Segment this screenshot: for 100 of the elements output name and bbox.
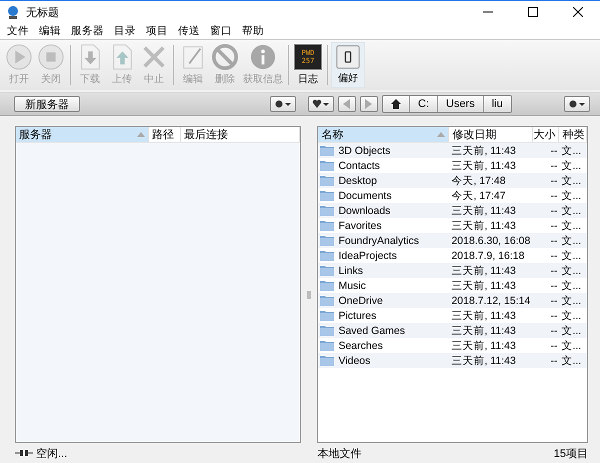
folder-icon [320,340,334,351]
table-cell-text: 文... [560,308,582,323]
table-cell-text: -- [549,338,558,353]
back-button[interactable] [338,96,356,112]
table-cell-text: -- [549,204,558,218]
file-name[interactable]: 3D Objects [318,143,450,158]
file-name[interactable]: Pictures [318,308,450,323]
table-cell-text: 三天前, 11:43 [450,144,517,158]
table-cell-text: 文... [560,158,582,173]
menu-item[interactable]: 目录 [109,24,141,38]
table-cell-text: 今天, 17:48 [450,174,507,188]
folder-icon [320,220,334,231]
table-cell-text: 今天, 17:47 [450,188,507,203]
menu-item[interactable]: 传送 [173,24,205,38]
file-name[interactable]: Saved Games [318,323,450,338]
switch-icon [334,45,362,69]
column-header[interactable]: 路径 [149,127,181,142]
breadcrumb[interactable]: C: [410,96,438,112]
folder-icon [320,355,334,366]
table-cell-text: 2018.7.12, 15:14 [450,294,532,308]
file-name[interactable]: FoundryAnalytics [318,233,450,248]
plug-icon [15,449,33,457]
table-cell-text: 三天前, 11:43 [450,308,517,323]
folder-icon [320,250,334,261]
table-cell-text: -- [549,234,558,248]
breadcrumb[interactable]: Users [438,96,484,112]
table-cell-text: -- [549,264,558,278]
settings-button[interactable] [270,96,296,112]
table-cell-text: 三天前, 11:43 [450,354,517,368]
table-cell-text: 文... [560,264,582,278]
file-name[interactable]: Desktop [318,173,450,188]
menu-item[interactable]: 窗口 [205,24,237,38]
table-cell-text: -- [549,308,558,323]
file-name[interactable]: IdeaProjects [318,248,450,263]
forward-button[interactable] [360,96,378,112]
table-cell-text: 三天前, 11:43 [450,204,517,218]
folder-icon [320,175,334,186]
folder-icon [320,295,334,306]
table-cell-text: 三天前, 11:43 [450,338,517,353]
splitter-handle-icon [306,290,311,298]
sort-icon [437,132,446,137]
left-arrow-icon [343,99,351,109]
table-cell-text: -- [549,278,558,293]
column-header[interactable]: 种类 [559,127,587,142]
status-text: 空闲... [36,446,68,460]
table-cell-text: -- [549,248,558,263]
folder-icon [320,235,334,246]
table-cell-text: -- [549,144,558,158]
menu-item[interactable]: 服务器 [66,24,109,38]
file-name[interactable]: Favorites [318,218,450,233]
table-cell-text: 文... [560,174,582,188]
play-icon [5,44,33,70]
table-cell-text: 三天前, 11:43 [450,218,517,233]
heart-icon [312,99,330,109]
table-cell-text: -- [549,188,558,203]
new-server-button[interactable]: 新服务器 [14,96,80,112]
menu-item[interactable]: 文件 [2,24,34,38]
table-cell-text: 文... [560,218,582,233]
table-cell-text: 文... [560,248,582,263]
table-cell-text: -- [549,158,558,173]
close-icon [572,7,582,17]
table-cell-text: 三天前, 11:43 [450,158,517,173]
folder-icon [320,205,334,216]
file-name[interactable]: Music [318,278,450,293]
table-cell-text: -- [549,354,558,368]
toolbar-button[interactable]: 偏好 [331,42,365,88]
status-text: 本地文件 [317,446,362,460]
file-name[interactable]: Links [318,263,450,278]
folder-icon [320,160,334,171]
file-name[interactable]: Documents [318,188,450,203]
column-header[interactable]: 名称 [318,127,450,142]
table-cell-text: -- [549,174,558,188]
item-count: 15项目 [554,446,588,460]
menu-item[interactable]: 编辑 [34,24,66,38]
table-cell-text: 文... [560,294,582,308]
table-cell-text: 三天前, 11:43 [450,324,517,338]
table-cell-text: -- [549,218,558,233]
breadcrumb[interactable]: liu [484,96,511,112]
table-cell-text: 文... [560,188,582,203]
column-header[interactable]: 大小 [533,127,560,142]
column-header[interactable]: 修改日期 [449,127,534,142]
column-header[interactable]: 服务器 [16,127,149,142]
favorites-button[interactable] [308,96,334,112]
file-name[interactable]: Videos [318,353,450,368]
folder-icon [320,265,334,276]
menu-item[interactable]: 项目 [141,24,173,38]
info-icon [249,44,277,70]
table-cell-text: 文... [560,278,582,293]
file-name[interactable]: Searches [318,338,450,353]
column-header[interactable]: 最后连接 [181,127,300,142]
table-cell-text: 文... [560,144,582,158]
folder-icon [320,325,334,336]
file-name[interactable]: Downloads [318,203,450,218]
folder-icon [320,190,334,201]
window-title: 无标题 [26,6,59,20]
file-name[interactable]: Contacts [318,158,450,173]
table-cell-text: 文... [560,204,582,218]
file-name[interactable]: OneDrive [318,293,450,308]
settings-button[interactable] [564,96,590,112]
menu-item[interactable]: 帮助 [237,24,269,38]
